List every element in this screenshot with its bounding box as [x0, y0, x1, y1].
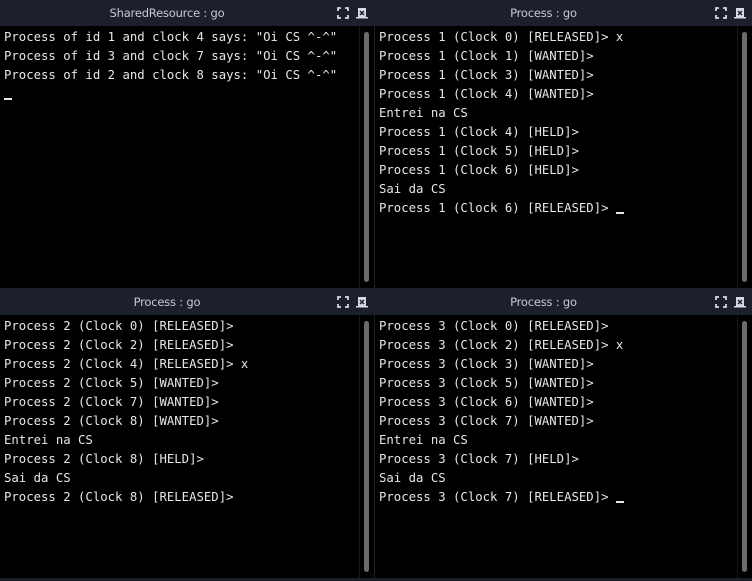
scroll-thumb[interactable]	[742, 321, 747, 572]
terminal-line: Entrei na CS	[4, 433, 93, 447]
terminal-line: Process 3 (Clock 2) [RELEASED]> x	[379, 338, 624, 352]
terminal-line: Process of id 3 and clock 7 says: "Oi CS…	[4, 49, 338, 63]
terminal-line: Process 1 (Clock 0) [RELEASED]> x	[379, 30, 624, 44]
pane-title: SharedResource : go	[109, 6, 225, 20]
terminal-line: Entrei na CS	[379, 433, 468, 447]
pane-shared-resource: SharedResource : go Process of id 1 and …	[0, 0, 374, 288]
terminal-line: Process 3 (Clock 5) [WANTED]>	[379, 376, 594, 390]
terminal-line: Process 2 (Clock 2) [RELEASED]>	[4, 338, 234, 352]
maximize-button[interactable]	[714, 295, 728, 309]
close-icon	[733, 295, 747, 309]
maximize-icon	[714, 6, 728, 20]
terminal-line: Process 2 (Clock 8) [HELD]>	[4, 452, 204, 466]
terminal-line: Process 2 (Clock 8) [RELEASED]>	[4, 490, 234, 504]
terminal-line: Process 3 (Clock 6) [WANTED]>	[379, 395, 594, 409]
terminal-line: Process 2 (Clock 0) [RELEASED]>	[4, 319, 234, 333]
terminal-line: Process 2 (Clock 4) [RELEASED]> x	[4, 357, 249, 371]
scrollbar[interactable]	[737, 26, 752, 288]
terminal-line: Process 2 (Clock 8) [WANTED]>	[4, 414, 219, 428]
terminal-line: Process 1 (Clock 6) [RELEASED]>	[379, 199, 738, 218]
terminal-line: Sai da CS	[4, 471, 71, 485]
pane-process-3: Process : go Process 3 (Clock 0) [RELEAS…	[375, 289, 752, 578]
pane-header[interactable]: Process : go	[375, 289, 752, 315]
terminal-line: Entrei na CS	[379, 106, 468, 120]
pane-header[interactable]: Process : go	[375, 0, 752, 26]
maximize-icon	[336, 295, 350, 309]
terminal-line: Process 3 (Clock 7) [WANTED]>	[379, 414, 594, 428]
pane-process-1: Process : go Process 1 (Clock 0) [RELEAS…	[375, 0, 752, 288]
terminal-line: Sai da CS	[379, 182, 446, 196]
close-icon	[733, 6, 747, 20]
terminal-line: Process 3 (Clock 0) [RELEASED]>	[379, 319, 609, 333]
terminal-line: Process 2 (Clock 7) [WANTED]>	[4, 395, 219, 409]
close-button[interactable]	[355, 6, 369, 20]
terminal-line	[4, 85, 360, 104]
close-icon	[355, 295, 369, 309]
terminal-line: Process of id 1 and clock 4 says: "Oi CS…	[4, 30, 338, 44]
terminal-line: Process 1 (Clock 4) [WANTED]>	[379, 87, 594, 101]
terminal-line: Process 1 (Clock 4) [HELD]>	[379, 125, 579, 139]
terminal-output[interactable]: Process of id 1 and clock 4 says: "Oi CS…	[0, 26, 360, 288]
scroll-thumb[interactable]	[364, 321, 369, 572]
close-icon	[355, 6, 369, 20]
terminal-grid: SharedResource : go Process of id 1 and …	[0, 0, 752, 581]
text-cursor	[615, 501, 624, 503]
scroll-thumb[interactable]	[742, 32, 747, 282]
terminal-line: Process 3 (Clock 7) [RELEASED]>	[379, 488, 738, 507]
terminal-line: Process 1 (Clock 3) [WANTED]>	[379, 68, 594, 82]
pane-header[interactable]: Process : go	[0, 289, 374, 315]
pane-title: Process : go	[510, 295, 577, 309]
terminal-line: Sai da CS	[379, 471, 446, 485]
terminal-line: Process of id 2 and clock 8 says: "Oi CS…	[4, 68, 338, 82]
terminal-output[interactable]: Process 2 (Clock 0) [RELEASED]> Process 2…	[0, 315, 360, 578]
scroll-thumb[interactable]	[364, 32, 369, 282]
scrollbar[interactable]	[359, 315, 374, 578]
terminal-output[interactable]: Process 1 (Clock 0) [RELEASED]> x Process…	[375, 26, 738, 288]
pane-title: Process : go	[510, 6, 577, 20]
terminal-line: Process 1 (Clock 5) [HELD]>	[379, 144, 579, 158]
terminal-line: Process 3 (Clock 7) [HELD]>	[379, 452, 579, 466]
pane-title: Process : go	[133, 295, 201, 309]
close-button[interactable]	[733, 295, 747, 309]
scrollbar[interactable]	[737, 315, 752, 578]
terminal-line: Process 1 (Clock 1) [WANTED]>	[379, 49, 594, 63]
terminal-line: Process 2 (Clock 5) [WANTED]>	[4, 376, 219, 390]
close-button[interactable]	[733, 6, 747, 20]
maximize-icon	[336, 6, 350, 20]
text-cursor	[615, 212, 624, 214]
close-button[interactable]	[355, 295, 369, 309]
maximize-button[interactable]	[714, 6, 728, 20]
text-cursor	[4, 98, 12, 100]
scrollbar[interactable]	[359, 26, 374, 288]
maximize-button[interactable]	[336, 6, 350, 20]
terminal-line: Process 3 (Clock 3) [WANTED]>	[379, 357, 594, 371]
terminal-output[interactable]: Process 3 (Clock 0) [RELEASED]> Process 3…	[375, 315, 738, 578]
maximize-icon	[714, 295, 728, 309]
terminal-line: Process 1 (Clock 6) [HELD]>	[379, 163, 579, 177]
maximize-button[interactable]	[336, 295, 350, 309]
pane-header[interactable]: SharedResource : go	[0, 0, 374, 26]
pane-process-2: Process : go Process 2 (Clock 0) [RELEAS…	[0, 289, 374, 578]
